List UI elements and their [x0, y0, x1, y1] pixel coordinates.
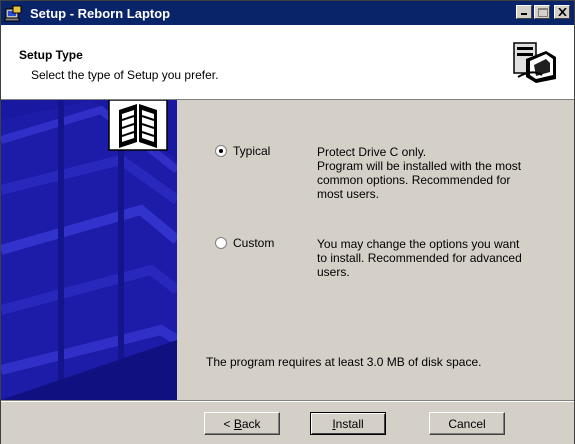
typical-desc-line: common options. Recommended for	[317, 173, 511, 187]
back-prefix: <	[223, 416, 234, 431]
wizard-body: Typical Protect Drive C only. Program wi…	[1, 100, 574, 400]
custom-desc-line: to install. Recommended for advanced	[317, 251, 522, 265]
install-button[interactable]: Install	[310, 412, 386, 435]
typical-desc-line: Program will be installed with the most	[317, 159, 522, 173]
back-rest: ack	[241, 416, 261, 431]
minimize-button[interactable]	[516, 5, 532, 19]
typical-description: Protect Drive C only. Program will be in…	[317, 145, 557, 201]
typical-option[interactable]: Typical	[215, 144, 270, 158]
close-icon	[558, 8, 567, 16]
typical-desc-line: Protect Drive C only.	[317, 145, 427, 159]
custom-desc-line: users.	[317, 265, 350, 279]
custom-desc-line: You may change the options you want	[317, 237, 520, 251]
setup-window: Setup - Reborn Laptop Setup Type Select …	[0, 0, 575, 444]
setup-box-icon	[108, 100, 168, 151]
custom-label: Custom	[233, 236, 275, 250]
page-subtitle: Select the type of Setup you prefer.	[31, 68, 219, 82]
close-button[interactable]	[554, 5, 570, 19]
cancel-button[interactable]: Cancel	[429, 412, 505, 435]
custom-description: You may change the options you want to i…	[317, 237, 557, 279]
typical-desc-line: most users.	[317, 187, 380, 201]
maximize-button[interactable]	[534, 5, 550, 19]
typical-label: Typical	[233, 144, 271, 158]
disk-space-requirement: The program requires at least 3.0 MB of …	[206, 355, 482, 369]
wizard-footer: < Back Install Cancel	[1, 400, 574, 444]
page-title: Setup Type	[19, 48, 83, 62]
typical-radio[interactable]	[215, 145, 227, 157]
title-bar[interactable]: Setup - Reborn Laptop	[1, 1, 574, 25]
setup-app-icon	[4, 5, 22, 22]
back-button[interactable]: < Back	[204, 412, 280, 435]
back-mnemonic: B	[233, 416, 242, 431]
window-title: Setup - Reborn Laptop	[30, 5, 171, 21]
title-bar-buttons	[516, 5, 570, 19]
wizard-side-graphic	[1, 100, 177, 400]
custom-radio[interactable]	[215, 237, 227, 249]
install-rest: nstall	[335, 416, 364, 431]
computer-setup-icon	[512, 39, 560, 85]
custom-option[interactable]: Custom	[215, 236, 274, 250]
wizard-header: Setup Type Select the type of Setup you …	[1, 25, 574, 100]
